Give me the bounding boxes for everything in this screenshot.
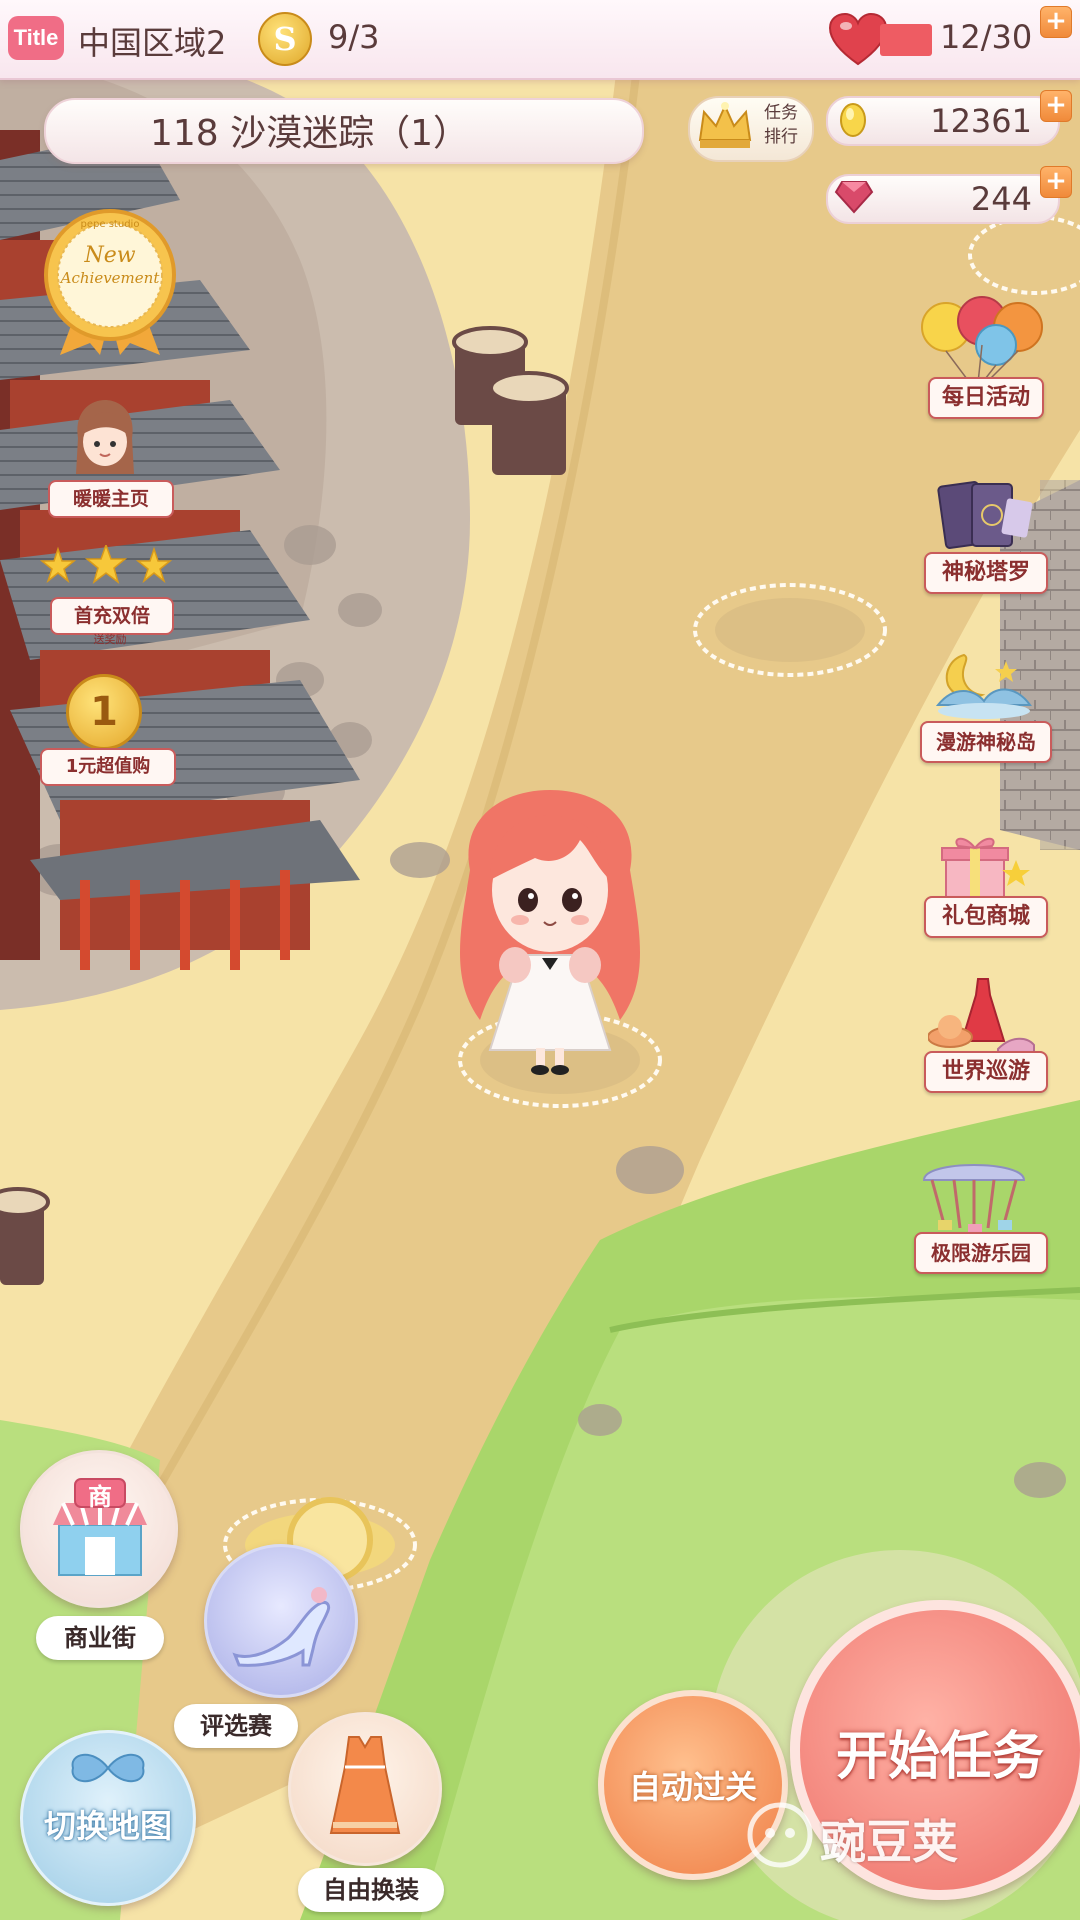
add-hearts-button[interactable]: + <box>1040 6 1072 38</box>
bow-icon <box>71 1753 145 1783</box>
shopping-street-label: 商业街 <box>36 1616 164 1660</box>
level-title: 118 沙漠迷踪（1） <box>150 113 470 154</box>
extreme-amusement-park-button[interactable]: 极限游乐园 <box>900 1150 1050 1280</box>
mystery-island-label: 漫游神秘岛 <box>920 721 1052 763</box>
extreme-amusement-park-label: 极限游乐园 <box>914 1232 1048 1274</box>
crown-icon <box>698 102 752 148</box>
achievement-line2: Achievement <box>60 269 160 287</box>
daily-activity-button[interactable]: 每日活动 <box>920 295 1050 425</box>
achievement-line1: New <box>84 243 136 268</box>
dress-icon <box>329 1736 401 1834</box>
daily-activity-label: 每日活动 <box>928 377 1044 419</box>
one-yuan-deal-label: 1元超值购 <box>40 748 176 786</box>
add-gold-button[interactable]: + <box>1040 90 1072 122</box>
world-tour-label: 世界巡游 <box>924 1051 1048 1093</box>
contest-button[interactable] <box>204 1544 358 1698</box>
shop-glyph: 商 <box>88 1483 112 1511</box>
new-achievement-badge[interactable]: New Achievement pepe studio <box>40 205 180 355</box>
first-charge-double-label: 首充双倍 <box>50 597 174 635</box>
stars-icon <box>40 545 173 584</box>
heart-bar <box>880 24 932 56</box>
player-character[interactable] <box>440 780 660 1080</box>
task-ranking-label: 任务 排行 <box>764 103 798 147</box>
nuannuan-home-button[interactable]: 暖暖主页 <box>40 390 174 525</box>
heart-icon <box>828 12 888 66</box>
add-diamonds-button[interactable]: + <box>1040 166 1072 198</box>
start-task-label: 开始任务 <box>835 1727 1044 1787</box>
switch-map-label: 切换地图 <box>43 1807 172 1845</box>
stamina-count: 9/3 <box>328 18 380 56</box>
switch-map-button[interactable]: 切换地图 <box>20 1730 196 1906</box>
shopping-street-button[interactable]: 商 <box>20 1450 178 1608</box>
achievement-arc-text: pepe studio <box>80 219 140 230</box>
watermark-logo-icon <box>747 1802 813 1868</box>
glass-slipper-icon <box>232 1587 331 1667</box>
mystery-island-button[interactable]: 漫游神秘岛 <box>920 645 1052 765</box>
diamond-icon <box>834 181 874 214</box>
gift-shop-button[interactable]: 礼包商城 <box>920 830 1050 950</box>
title-badge[interactable]: Title <box>8 16 64 60</box>
one-yuan-deal-button[interactable]: 1 1元超值购 <box>40 672 176 792</box>
girl-avatar-icon <box>76 400 134 474</box>
stamina-coin-icon: S <box>258 12 312 66</box>
one-yuan-coin-icon: 1 <box>66 674 142 750</box>
gold-amount: 12361 <box>930 102 1032 140</box>
balloons-icon <box>921 296 1043 384</box>
tarot-cards-icon <box>937 481 1033 549</box>
first-charge-sub-label: 送奖励 <box>93 633 127 646</box>
moon-island-icon <box>935 653 1032 719</box>
diamond-amount: 244 <box>970 180 1032 218</box>
heart-count: 12/30 <box>940 18 1033 56</box>
carousel-icon <box>922 1164 1026 1234</box>
world-tour-button[interactable]: 世界巡游 <box>920 975 1050 1105</box>
nuannuan-home-label: 暖暖主页 <box>48 480 174 518</box>
contest-label: 评选赛 <box>174 1704 298 1748</box>
server-name: 中国区域2 <box>78 24 227 62</box>
free-dress-up-button[interactable] <box>288 1712 442 1866</box>
gold-coin-icon <box>840 103 866 137</box>
watermark-text: 豌豆荚 <box>820 1815 958 1869</box>
gift-box-icon <box>941 837 1030 899</box>
gift-shop-label: 礼包商城 <box>924 896 1048 938</box>
free-dress-up-label: 自由换装 <box>298 1868 444 1912</box>
mystery-tarot-button[interactable]: 神秘塔罗 <box>920 480 1050 600</box>
mystery-tarot-label: 神秘塔罗 <box>924 552 1048 594</box>
first-charge-double-button[interactable]: 首充双倍 送奖励 <box>40 545 174 655</box>
